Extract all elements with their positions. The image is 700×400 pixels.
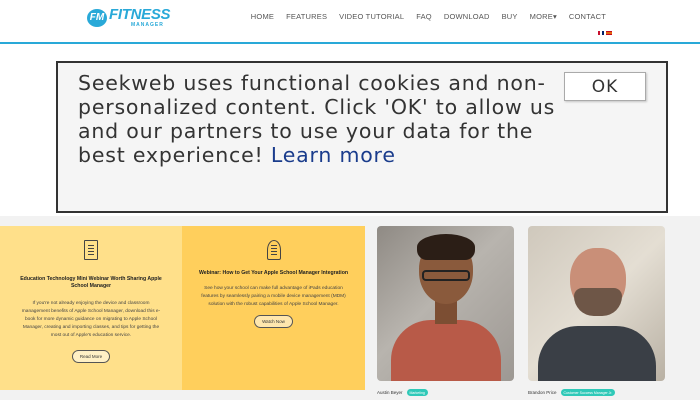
- flag-es-icon[interactable]: [606, 31, 612, 35]
- person-name: Brandon Price: [528, 390, 557, 395]
- card-title: Webinar: How to Get Your Apple School Ma…: [198, 270, 349, 276]
- nav-video-tutorial[interactable]: VIDEO TUTORIAL: [333, 12, 410, 21]
- nav-buy[interactable]: BUY: [496, 12, 524, 21]
- person-photo-2: [528, 226, 665, 381]
- site-header: FM FITNESS MANAGER HOME FEATURES VIDEO T…: [0, 0, 700, 44]
- nav-contact[interactable]: CONTACT: [563, 12, 612, 21]
- person-caption-2: Brandon Price Customer Success Manager J…: [528, 389, 616, 396]
- page: FM FITNESS MANAGER HOME FEATURES VIDEO T…: [0, 0, 700, 400]
- watch-now-button[interactable]: Watch Now: [254, 315, 293, 328]
- nav-home[interactable]: HOME: [245, 12, 280, 21]
- card-body: See how your school can make full advant…: [201, 286, 346, 307]
- nav-faq[interactable]: FAQ: [410, 12, 438, 21]
- flag-uk-icon[interactable]: [598, 31, 604, 35]
- brand-logo[interactable]: FM FITNESS MANAGER: [87, 6, 171, 28]
- cookie-consent-banner: Seekweb uses functional cookies and non-…: [56, 61, 668, 213]
- glasses-icon: [422, 270, 470, 281]
- language-switcher: [598, 31, 612, 35]
- logo-subtitle: MANAGER: [131, 22, 164, 28]
- person-photo-1: [377, 226, 514, 381]
- card-title: Education Technology Mini Webinar Worth …: [20, 276, 162, 289]
- nav-more-dropdown[interactable]: MORE▾: [524, 12, 563, 21]
- role-badge: Marketing: [406, 389, 428, 396]
- cookie-ok-button[interactable]: OK: [564, 72, 646, 101]
- resource-card-webinar: Webinar: How to Get Your Apple School Ma…: [182, 226, 365, 390]
- card-body: If you're not already enjoying the devic…: [21, 301, 161, 338]
- main-nav: HOME FEATURES VIDEO TUTORIAL FAQ DOWNLOA…: [245, 12, 612, 21]
- person-caption-1: Austin Beyer Marketing: [377, 389, 428, 396]
- webinar-icon: [266, 240, 281, 260]
- checklist-icon: [84, 240, 98, 260]
- read-more-button[interactable]: Read More: [71, 350, 111, 363]
- resource-card-ebook: Education Technology Mini Webinar Worth …: [0, 226, 182, 390]
- logo-mark-icon: FM: [87, 8, 107, 27]
- logo-title: FITNESS: [109, 6, 171, 23]
- learn-more-link[interactable]: Learn more: [271, 143, 396, 167]
- role-badge: Customer Success Manager Jr.: [560, 389, 616, 396]
- nav-features[interactable]: FEATURES: [280, 12, 333, 21]
- nav-download[interactable]: DOWNLOAD: [438, 12, 496, 21]
- person-name: Austin Beyer: [377, 390, 403, 395]
